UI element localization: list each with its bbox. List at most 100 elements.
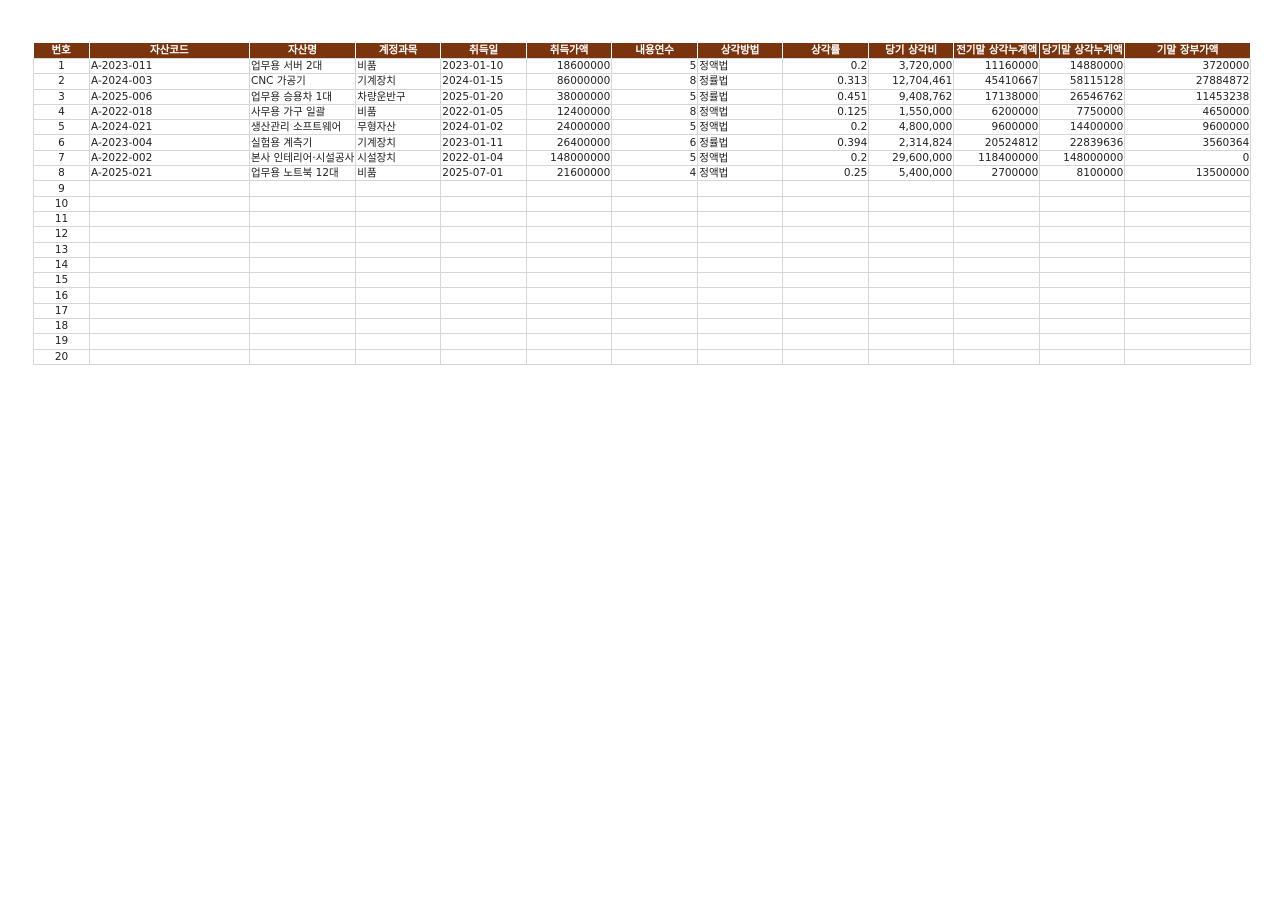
- table-cell[interactable]: [953, 272, 1041, 289]
- table-cell[interactable]: 38000000: [526, 88, 613, 105]
- table-cell[interactable]: [953, 226, 1041, 243]
- row-number-cell[interactable]: 5: [33, 119, 90, 136]
- table-cell[interactable]: [1124, 302, 1252, 320]
- table-cell[interactable]: CNC 가공기: [248, 73, 357, 90]
- table-cell[interactable]: 비품: [355, 103, 442, 121]
- table-cell[interactable]: 2024-01-02: [440, 119, 528, 136]
- row-number-cell[interactable]: 20: [33, 348, 90, 365]
- table-cell[interactable]: [868, 272, 955, 289]
- table-cell[interactable]: [248, 287, 357, 304]
- table-cell[interactable]: 정률법: [697, 134, 784, 151]
- row-number-cell[interactable]: 16: [33, 287, 90, 304]
- table-cell[interactable]: [89, 333, 250, 350]
- table-cell[interactable]: 45410667: [953, 73, 1041, 90]
- table-cell[interactable]: 2700000: [953, 165, 1041, 182]
- table-cell[interactable]: [953, 287, 1041, 304]
- table-cell[interactable]: [611, 287, 699, 304]
- table-cell[interactable]: 정률법: [697, 73, 784, 90]
- table-cell[interactable]: [782, 318, 870, 335]
- table-cell[interactable]: [1124, 195, 1252, 212]
- table-cell[interactable]: 업무용 승용차 1대: [248, 88, 357, 105]
- table-cell[interactable]: A-2025-006: [89, 88, 250, 105]
- row-number-cell[interactable]: 13: [33, 241, 90, 258]
- table-cell[interactable]: [953, 256, 1041, 274]
- row-number-cell[interactable]: 14: [33, 256, 90, 274]
- table-cell[interactable]: [953, 210, 1041, 228]
- table-cell[interactable]: [89, 287, 250, 304]
- table-cell[interactable]: [611, 348, 699, 365]
- column-header[interactable]: 자산명: [249, 43, 357, 59]
- table-cell[interactable]: [782, 272, 870, 289]
- table-cell[interactable]: [89, 241, 250, 258]
- table-cell[interactable]: 정액법: [697, 103, 784, 121]
- table-cell[interactable]: [697, 333, 784, 350]
- table-cell[interactable]: 비품: [355, 165, 442, 182]
- table-cell[interactable]: 8: [611, 73, 699, 90]
- table-cell[interactable]: [611, 226, 699, 243]
- table-cell[interactable]: 3560364: [1124, 134, 1252, 151]
- table-cell[interactable]: 14880000: [1039, 57, 1126, 75]
- table-cell[interactable]: [248, 302, 357, 320]
- table-cell[interactable]: [248, 241, 357, 258]
- table-cell[interactable]: 2024-01-15: [440, 73, 528, 90]
- table-cell[interactable]: [1124, 256, 1252, 274]
- table-cell[interactable]: [782, 241, 870, 258]
- table-cell[interactable]: [440, 226, 528, 243]
- table-cell[interactable]: [953, 180, 1041, 197]
- table-cell[interactable]: 148000000: [526, 149, 613, 167]
- table-cell[interactable]: 24000000: [526, 119, 613, 136]
- table-cell[interactable]: [697, 241, 784, 258]
- table-cell[interactable]: 생산관리 소프트웨어: [248, 119, 357, 136]
- column-header[interactable]: 전기말 상각누계액: [953, 43, 1041, 59]
- table-cell[interactable]: [440, 318, 528, 335]
- table-cell[interactable]: 2025-07-01: [440, 165, 528, 182]
- table-cell[interactable]: 본사 인테리어·시설공사: [248, 149, 357, 167]
- table-cell[interactable]: 0: [1124, 149, 1252, 167]
- table-cell[interactable]: 5: [611, 57, 699, 75]
- table-cell[interactable]: 7750000: [1039, 103, 1126, 121]
- column-header[interactable]: 취득일: [440, 43, 528, 59]
- table-cell[interactable]: 시설장치: [355, 149, 442, 167]
- table-cell[interactable]: A-2022-002: [89, 149, 250, 167]
- table-cell[interactable]: 21600000: [526, 165, 613, 182]
- table-cell[interactable]: [1039, 195, 1126, 212]
- row-number-cell[interactable]: 10: [33, 195, 90, 212]
- table-cell[interactable]: [248, 272, 357, 289]
- table-cell[interactable]: [868, 241, 955, 258]
- table-cell[interactable]: [1124, 210, 1252, 228]
- table-cell[interactable]: [953, 302, 1041, 320]
- table-cell[interactable]: [248, 333, 357, 350]
- table-cell[interactable]: [526, 318, 613, 335]
- table-cell[interactable]: [782, 256, 870, 274]
- table-cell[interactable]: 0.313: [782, 73, 870, 90]
- table-cell[interactable]: [89, 348, 250, 365]
- table-cell[interactable]: 무형자산: [355, 119, 442, 136]
- column-header[interactable]: 당기말 상각누계액: [1039, 43, 1126, 59]
- table-cell[interactable]: 4,800,000: [868, 119, 955, 136]
- table-cell[interactable]: 정액법: [697, 149, 784, 167]
- table-cell[interactable]: [248, 318, 357, 335]
- table-cell[interactable]: [355, 318, 442, 335]
- table-cell[interactable]: [868, 195, 955, 212]
- table-cell[interactable]: [248, 226, 357, 243]
- table-cell[interactable]: [782, 302, 870, 320]
- table-cell[interactable]: 6200000: [953, 103, 1041, 121]
- table-cell[interactable]: [1124, 272, 1252, 289]
- table-cell[interactable]: [868, 287, 955, 304]
- table-cell[interactable]: 4650000: [1124, 103, 1252, 121]
- table-cell[interactable]: [440, 272, 528, 289]
- table-cell[interactable]: [1039, 256, 1126, 274]
- table-cell[interactable]: [868, 333, 955, 350]
- table-cell[interactable]: [1124, 226, 1252, 243]
- table-cell[interactable]: 12,704,461: [868, 73, 955, 90]
- table-cell[interactable]: [248, 256, 357, 274]
- table-cell[interactable]: [611, 272, 699, 289]
- row-number-cell[interactable]: 11: [33, 210, 90, 228]
- table-cell[interactable]: [697, 180, 784, 197]
- table-cell[interactable]: [868, 180, 955, 197]
- table-cell[interactable]: [248, 195, 357, 212]
- table-cell[interactable]: 2023-01-10: [440, 57, 528, 75]
- table-cell[interactable]: [697, 287, 784, 304]
- table-cell[interactable]: 6: [611, 134, 699, 151]
- table-cell[interactable]: 0.451: [782, 88, 870, 105]
